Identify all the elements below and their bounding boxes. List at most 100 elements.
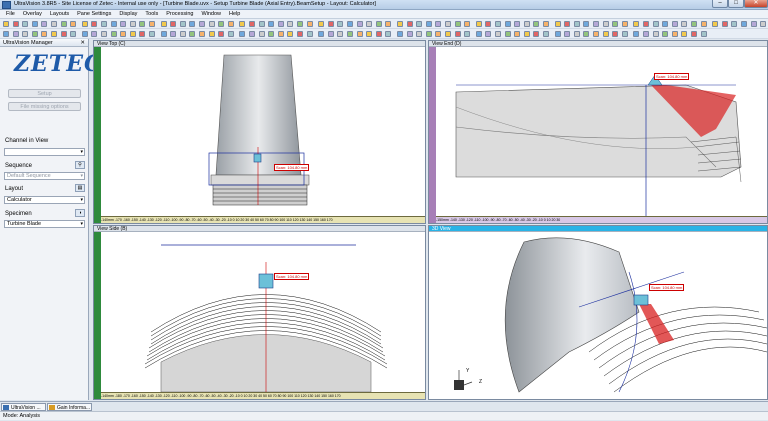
toolbar-button-icon[interactable]	[120, 31, 127, 37]
view-end-vertical-ruler[interactable]	[429, 47, 436, 223]
specimen-icon[interactable]: ◑	[75, 209, 85, 217]
toolbar-button-icon[interactable]	[464, 31, 471, 37]
toolbar-button-icon[interactable]	[621, 21, 628, 27]
toolbar-button-icon[interactable]	[337, 31, 344, 37]
toolbar-button-icon[interactable]	[366, 31, 373, 37]
toolbar-button-icon[interactable]	[22, 31, 29, 37]
toolbar-button-icon[interactable]	[327, 21, 334, 27]
toolbar-button-icon[interactable]	[208, 21, 215, 27]
toolbar-button-icon[interactable]	[239, 31, 246, 37]
toolbar-button-icon[interactable]	[189, 31, 196, 37]
toolbar-button-icon[interactable]	[612, 21, 619, 27]
toolbar-button-icon[interactable]	[101, 31, 107, 37]
toolbar-button-icon[interactable]	[239, 21, 246, 27]
toolbar-button-icon[interactable]	[564, 31, 571, 37]
toolbar-button-icon[interactable]	[475, 31, 482, 37]
toolbar-button-icon[interactable]	[643, 31, 649, 37]
toolbar-button-icon[interactable]	[700, 21, 707, 27]
toolbar-button-icon[interactable]	[475, 21, 482, 27]
toolbar-button-icon[interactable]	[495, 31, 501, 37]
toolbar-button-icon[interactable]	[41, 31, 48, 37]
task-ultravision[interactable]: UltraVision ...	[1, 403, 46, 411]
toolbar-button-icon[interactable]	[485, 21, 492, 27]
menu-tools[interactable]: Tools	[141, 11, 162, 17]
toolbar-button-icon[interactable]	[110, 31, 117, 37]
view-side-horizontal-ruler[interactable]: -140mm -180 -170 -160 -150 -140 -130 -12…	[101, 392, 425, 399]
toolbar-button-icon[interactable]	[602, 21, 609, 27]
toolbar-button-icon[interactable]	[327, 31, 334, 37]
view-top-vertical-ruler[interactable]	[94, 47, 101, 223]
toolbar-button-icon[interactable]	[583, 31, 590, 37]
layout-edit-icon[interactable]: ▤	[75, 184, 85, 192]
toolbar-button-icon[interactable]	[671, 31, 678, 37]
toolbar-button-icon[interactable]	[22, 21, 29, 27]
toolbar-button-icon[interactable]	[691, 31, 697, 37]
toolbar-button-icon[interactable]	[385, 21, 392, 27]
file-missing-options-button[interactable]: File missing options	[8, 102, 81, 111]
toolbar-button-icon[interactable]	[139, 21, 146, 27]
view-end-horizontal-ruler[interactable]: -150mm -140 -130 -120 -110 -100 -90 -80 …	[436, 216, 767, 223]
toolbar-button-icon[interactable]	[621, 31, 628, 37]
toolbar-button-icon[interactable]	[593, 31, 599, 37]
toolbar-button-icon[interactable]	[652, 21, 659, 27]
toolbar-button-icon[interactable]	[12, 21, 19, 27]
toolbar-button-icon[interactable]	[671, 21, 678, 27]
toolbar-button-icon[interactable]	[425, 21, 432, 27]
toolbar-button-icon[interactable]	[160, 21, 167, 27]
toolbar-button-icon[interactable]	[318, 31, 325, 37]
toolbar-button-icon[interactable]	[218, 21, 225, 27]
menu-file[interactable]: File	[2, 11, 19, 17]
toolbar-button-icon[interactable]	[543, 31, 549, 37]
toolbar-button-icon[interactable]	[435, 31, 442, 37]
toolbar-button-icon[interactable]	[258, 31, 265, 37]
toolbar-button-icon[interactable]	[3, 31, 9, 37]
toolbar-button-icon[interactable]	[149, 31, 155, 37]
toolbar-button-icon[interactable]	[60, 31, 67, 37]
toolbar-button-icon[interactable]	[397, 31, 403, 37]
menu-window[interactable]: Window	[197, 11, 225, 17]
view-end[interactable]: View End (D) Scan: 104.80 mm -150mm -140…	[428, 40, 768, 224]
toolbar-button-icon[interactable]	[435, 21, 442, 27]
search-icon[interactable]: ⚲	[75, 161, 85, 169]
toolbar-button-icon[interactable]	[149, 21, 155, 27]
close-button[interactable]: ✕	[744, 0, 768, 8]
toolbar-button-icon[interactable]	[464, 21, 471, 27]
toolbar-button-icon[interactable]	[573, 21, 580, 27]
toolbar-button-icon[interactable]	[208, 31, 215, 37]
toolbar-button-icon[interactable]	[741, 21, 747, 27]
toolbar-button-icon[interactable]	[297, 31, 303, 37]
view-top-horizontal-ruler[interactable]: -140mm -170 -160 -150 -140 -130 -120 -11…	[101, 216, 425, 223]
toolbar-button-icon[interactable]	[70, 21, 77, 27]
toolbar-button-icon[interactable]	[612, 31, 619, 37]
toolbar-button-icon[interactable]	[514, 21, 521, 27]
toolbar-button-icon[interactable]	[41, 21, 48, 27]
toolbar-button-icon[interactable]	[602, 31, 609, 37]
menu-pane-settings[interactable]: Pane Settings	[73, 11, 115, 17]
toolbar-button-icon[interactable]	[337, 21, 344, 27]
view-3d[interactable]: 3D View Scan: 104.80 mm Y Z	[428, 225, 768, 400]
toolbar-button-icon[interactable]	[416, 31, 423, 37]
toolbar-button-icon[interactable]	[249, 31, 255, 37]
toolbar-button-icon[interactable]	[712, 21, 719, 27]
toolbar-button-icon[interactable]	[70, 31, 77, 37]
toolbar-button-icon[interactable]	[573, 31, 580, 37]
toolbar-button-icon[interactable]	[227, 21, 234, 27]
layout-select[interactable]: Calculator ▾	[4, 196, 85, 204]
toolbar-button-icon[interactable]	[691, 21, 697, 27]
view-top[interactable]: View Top (C) Scan: 104.80 mm -140mm -170…	[93, 40, 426, 224]
toolbar-button-icon[interactable]	[268, 31, 275, 37]
toolbar-button-icon[interactable]	[3, 21, 9, 27]
toolbar-button-icon[interactable]	[101, 21, 107, 27]
sequence-select[interactable]: Default Sequence ▾	[4, 172, 85, 180]
toolbar-button-icon[interactable]	[504, 21, 511, 27]
view-side-vertical-ruler[interactable]	[94, 232, 101, 399]
toolbar-button-icon[interactable]	[406, 31, 413, 37]
channel-select[interactable]: ▾	[4, 148, 85, 156]
toolbar-button-icon[interactable]	[643, 21, 649, 27]
view-side[interactable]: View Side (B) Scan: 104.80 mm -140mm -18…	[93, 225, 426, 400]
menu-layouts[interactable]: Layouts	[46, 11, 73, 17]
toolbar-button-icon[interactable]	[533, 21, 540, 27]
toolbar-button-icon[interactable]	[170, 31, 177, 37]
toolbar-button-icon[interactable]	[91, 21, 98, 27]
toolbar-button-icon[interactable]	[179, 31, 186, 37]
